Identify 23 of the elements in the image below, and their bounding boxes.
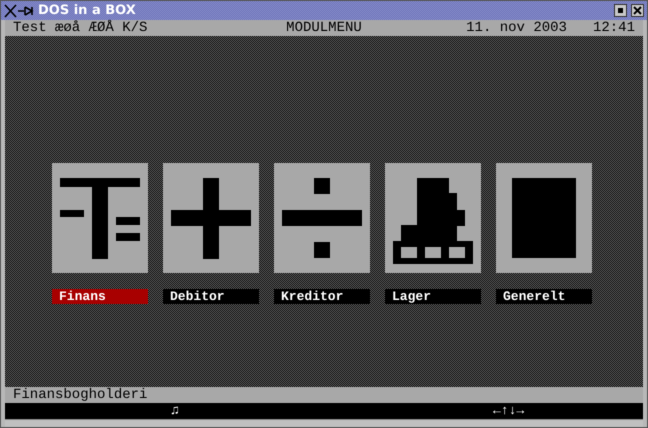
close-icon: [633, 6, 642, 15]
module-tile[interactable]: [385, 163, 481, 273]
company-name: Test æøå ÆØÅ K/S: [13, 20, 148, 36]
module-label[interactable]: Finans: [52, 289, 148, 304]
time-text: 12:41: [592, 20, 635, 36]
screen-title: MODULMENU: [286, 20, 362, 36]
module-label[interactable]: Generelt: [496, 289, 592, 304]
module-label[interactable]: Debitor: [163, 289, 259, 304]
date-text: 11. nov 2003: [466, 20, 567, 36]
module-tile[interactable]: [274, 163, 370, 273]
module-label[interactable]: Kreditor: [274, 289, 370, 304]
arrow-keys-hint: ←↑↓→: [493, 403, 524, 419]
module-label[interactable]: Lager: [385, 289, 481, 304]
module-tile[interactable]: [52, 163, 148, 273]
window-title: DOS in a BOX: [38, 3, 137, 18]
note-glyph: ♫: [171, 403, 179, 419]
x-logo-icon: [4, 4, 34, 18]
square-icon: [618, 8, 623, 13]
close-button[interactable]: [631, 4, 644, 17]
module-tile[interactable]: [163, 163, 259, 273]
status-text: Finansbogholderi: [5, 387, 643, 403]
module-tile[interactable]: [496, 163, 592, 273]
minimize-button[interactable]: [614, 4, 627, 17]
